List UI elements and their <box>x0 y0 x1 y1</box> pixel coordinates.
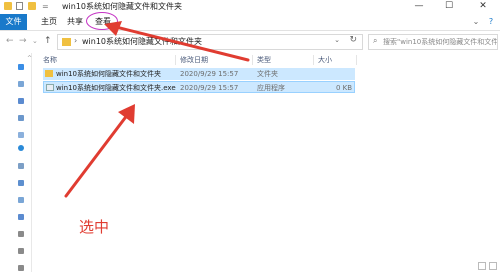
chevron-down-icon[interactable]: ⌄ <box>334 36 340 44</box>
column-divider[interactable] <box>252 55 253 65</box>
file-name: win10系统如何隐藏文件和文件夹.exe <box>56 84 176 92</box>
large-icons-view-icon[interactable] <box>489 262 497 270</box>
music-icon[interactable] <box>18 214 24 220</box>
minimize-button[interactable]: — <box>408 0 430 14</box>
3d-objects-icon[interactable] <box>18 180 24 186</box>
folder-icon <box>45 70 53 77</box>
close-button[interactable]: ✕ <box>472 0 494 14</box>
column-date[interactable]: 修改日期 <box>180 55 208 65</box>
column-divider[interactable] <box>356 55 357 65</box>
application-icon <box>46 84 54 91</box>
up-icon[interactable]: ↑ <box>44 36 52 46</box>
folder-icon <box>4 2 12 10</box>
ribbon-tabs: 文件 主页 共享 查看 ⌄ ? <box>0 14 500 31</box>
file-date: 2020/9/29 15:57 <box>180 84 239 92</box>
column-name[interactable]: 名称 <box>43 55 57 65</box>
search-input[interactable]: ⌕ 搜索"win10系统如何隐藏文件和文件夹" <box>368 34 498 50</box>
address-row: ← → ⌄ ↑ › win10系统如何隐藏文件和文件夹 ⌄ ↻ ⌕ 搜索"win… <box>0 31 500 53</box>
quick-access-icon[interactable] <box>18 64 24 70</box>
arrow-to-files <box>64 104 135 198</box>
ribbon-expand-icon[interactable]: ⌄ <box>470 14 482 30</box>
file-row[interactable]: win10系统如何隐藏文件和文件夹 2020/9/29 15:57 文件夹 <box>43 68 355 80</box>
search-placeholder: 搜索"win10系统如何隐藏文件和文件夹" <box>383 38 497 46</box>
qat-dropdown[interactable]: = <box>42 1 49 13</box>
address-bar[interactable]: › win10系统如何隐藏文件和文件夹 ⌄ ↻ <box>57 34 363 50</box>
back-icon[interactable]: ← <box>6 36 14 46</box>
column-divider[interactable] <box>313 55 314 65</box>
window-title: win10系统如何隐藏文件和文件夹 <box>62 2 183 11</box>
onedrive-icon[interactable] <box>18 145 24 151</box>
drive-icon[interactable] <box>18 248 24 254</box>
file-type: 应用程序 <box>257 84 285 92</box>
file-name: win10系统如何隐藏文件和文件夹 <box>56 70 162 78</box>
recent-locations-icon[interactable]: ⌄ <box>32 37 38 45</box>
file-date: 2020/9/29 15:57 <box>180 70 239 78</box>
search-icon: ⌕ <box>373 36 378 45</box>
annotation-label: 选中 <box>79 218 110 236</box>
details-view-icon[interactable] <box>478 262 486 270</box>
forward-icon[interactable]: → <box>19 36 27 46</box>
videos-icon[interactable] <box>18 197 24 203</box>
breadcrumb-separator[interactable]: › <box>74 36 77 45</box>
status-bar <box>31 262 500 272</box>
drive-icon[interactable] <box>18 231 24 237</box>
file-size: 0 KB <box>336 84 353 92</box>
tab-file[interactable]: 文件 <box>0 14 27 30</box>
documents-icon[interactable] <box>18 115 24 121</box>
title-bar: = win10系统如何隐藏文件和文件夹 — ☐ ✕ <box>0 0 500 14</box>
column-divider[interactable] <box>175 55 176 65</box>
column-type[interactable]: 类型 <box>257 55 271 65</box>
file-row[interactable]: win10系统如何隐藏文件和文件夹.exe 2020/9/29 15:57 应用… <box>43 81 355 93</box>
pictures-icon[interactable] <box>18 132 24 138</box>
downloads-icon[interactable] <box>18 98 24 104</box>
this-pc-icon[interactable] <box>18 163 24 169</box>
column-size[interactable]: 大小 <box>318 55 332 65</box>
new-folder-icon[interactable] <box>28 2 36 10</box>
refresh-icon[interactable]: ↻ <box>349 35 357 45</box>
drive-icon[interactable] <box>18 265 24 271</box>
view-tab-highlight <box>86 12 118 30</box>
tab-share[interactable]: 共享 <box>64 14 86 30</box>
properties-icon[interactable] <box>16 2 23 10</box>
folder-icon <box>62 38 71 46</box>
desktop-icon[interactable] <box>18 81 24 87</box>
column-header: 名称 修改日期 类型 大小 <box>31 53 500 67</box>
navigation-pane[interactable]: ^ <box>0 53 32 272</box>
help-icon[interactable]: ? <box>485 14 497 30</box>
tab-home[interactable]: 主页 <box>38 14 60 30</box>
maximize-button[interactable]: ☐ <box>438 0 460 14</box>
breadcrumb-path[interactable]: win10系统如何隐藏文件和文件夹 <box>82 36 202 47</box>
file-type: 文件夹 <box>257 70 278 78</box>
